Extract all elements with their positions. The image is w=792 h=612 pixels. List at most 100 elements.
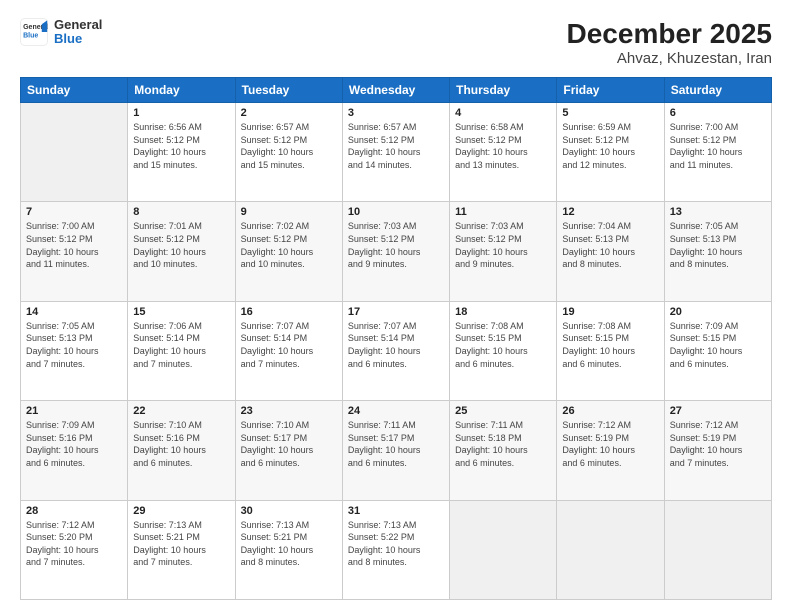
day-info: Sunrise: 7:09 AMSunset: 5:16 PMDaylight:… xyxy=(26,419,122,469)
calendar-cell xyxy=(21,103,128,202)
day-number: 14 xyxy=(26,306,122,318)
day-info: Sunrise: 6:56 AMSunset: 5:12 PMDaylight:… xyxy=(133,121,229,171)
day-info: Sunrise: 7:05 AMSunset: 5:13 PMDaylight:… xyxy=(670,220,766,270)
day-number: 21 xyxy=(26,405,122,417)
calendar-cell: 28 Sunrise: 7:12 AMSunset: 5:20 PMDayligh… xyxy=(21,500,128,599)
day-info: Sunrise: 7:11 AMSunset: 5:17 PMDaylight:… xyxy=(348,419,444,469)
day-number: 5 xyxy=(562,107,658,119)
day-info: Sunrise: 7:08 AMSunset: 5:15 PMDaylight:… xyxy=(562,320,658,370)
calendar-cell: 11 Sunrise: 7:03 AMSunset: 5:12 PMDayligh… xyxy=(450,202,557,301)
day-number: 31 xyxy=(348,505,444,517)
day-info: Sunrise: 6:59 AMSunset: 5:12 PMDaylight:… xyxy=(562,121,658,171)
calendar-cell: 6 Sunrise: 7:00 AMSunset: 5:12 PMDaylight… xyxy=(664,103,771,202)
calendar-week-row: 1 Sunrise: 6:56 AMSunset: 5:12 PMDaylight… xyxy=(21,103,772,202)
calendar-cell xyxy=(450,500,557,599)
day-info: Sunrise: 7:13 AMSunset: 5:21 PMDaylight:… xyxy=(133,519,229,569)
day-number: 1 xyxy=(133,107,229,119)
day-number: 20 xyxy=(670,306,766,318)
day-info: Sunrise: 7:09 AMSunset: 5:15 PMDaylight:… xyxy=(670,320,766,370)
day-number: 30 xyxy=(241,505,337,517)
day-number: 19 xyxy=(562,306,658,318)
day-number: 29 xyxy=(133,505,229,517)
calendar-cell: 29 Sunrise: 7:13 AMSunset: 5:21 PMDayligh… xyxy=(128,500,235,599)
day-number: 8 xyxy=(133,206,229,218)
day-number: 15 xyxy=(133,306,229,318)
logo-blue-text: Blue xyxy=(54,32,102,46)
day-info: Sunrise: 7:00 AMSunset: 5:12 PMDaylight:… xyxy=(26,220,122,270)
header: General Blue General Blue December 2025 … xyxy=(20,18,772,67)
day-info: Sunrise: 6:57 AMSunset: 5:12 PMDaylight:… xyxy=(241,121,337,171)
page-subtitle: Ahvaz, Khuzestan, Iran xyxy=(567,50,772,67)
calendar-cell: 17Sunrise: 7:07 AMSunset: 5:14 PMDayligh… xyxy=(342,301,449,400)
day-number: 23 xyxy=(241,405,337,417)
day-info: Sunrise: 6:58 AMSunset: 5:12 PMDaylight:… xyxy=(455,121,551,171)
weekday-header-row: SundayMondayTuesdayWednesdayThursdayFrid… xyxy=(21,78,772,103)
calendar-cell: 9 Sunrise: 7:02 AMSunset: 5:12 PMDaylight… xyxy=(235,202,342,301)
calendar-cell: 23Sunrise: 7:10 AMSunset: 5:17 PMDayligh… xyxy=(235,401,342,500)
calendar-week-row: 14 Sunrise: 7:05 AMSunset: 5:13 PMDayligh… xyxy=(21,301,772,400)
calendar-cell: 20 Sunrise: 7:09 AMSunset: 5:15 PMDayligh… xyxy=(664,301,771,400)
calendar-cell: 25Sunrise: 7:11 AMSunset: 5:18 PMDayligh… xyxy=(450,401,557,500)
day-number: 25 xyxy=(455,405,551,417)
day-number: 3 xyxy=(348,107,444,119)
calendar-cell: 21 Sunrise: 7:09 AMSunset: 5:16 PMDayligh… xyxy=(21,401,128,500)
calendar-cell: 13 Sunrise: 7:05 AMSunset: 5:13 PMDayligh… xyxy=(664,202,771,301)
day-number: 28 xyxy=(26,505,122,517)
calendar-cell: 1 Sunrise: 6:56 AMSunset: 5:12 PMDaylight… xyxy=(128,103,235,202)
weekday-thursday: Thursday xyxy=(450,78,557,103)
day-info: Sunrise: 7:00 AMSunset: 5:12 PMDaylight:… xyxy=(670,121,766,171)
day-info: Sunrise: 7:08 AMSunset: 5:15 PMDaylight:… xyxy=(455,320,551,370)
day-info: Sunrise: 7:12 AMSunset: 5:19 PMDaylight:… xyxy=(562,419,658,469)
svg-text:Blue: Blue xyxy=(23,33,38,40)
day-info: Sunrise: 7:07 AMSunset: 5:14 PMDaylight:… xyxy=(348,320,444,370)
day-info: Sunrise: 7:01 AMSunset: 5:12 PMDaylight:… xyxy=(133,220,229,270)
day-number: 13 xyxy=(670,206,766,218)
day-number: 4 xyxy=(455,107,551,119)
calendar-cell: 3 Sunrise: 6:57 AMSunset: 5:12 PMDaylight… xyxy=(342,103,449,202)
calendar-cell xyxy=(664,500,771,599)
calendar-cell: 26 Sunrise: 7:12 AMSunset: 5:19 PMDayligh… xyxy=(557,401,664,500)
calendar-cell: 24 Sunrise: 7:11 AMSunset: 5:17 PMDayligh… xyxy=(342,401,449,500)
calendar-cell: 2 Sunrise: 6:57 AMSunset: 5:12 PMDaylight… xyxy=(235,103,342,202)
day-info: Sunrise: 7:10 AMSunset: 5:16 PMDaylight:… xyxy=(133,419,229,469)
day-info: Sunrise: 7:02 AMSunset: 5:12 PMDaylight:… xyxy=(241,220,337,270)
day-info: Sunrise: 7:13 AMSunset: 5:21 PMDaylight:… xyxy=(241,519,337,569)
day-number: 18 xyxy=(455,306,551,318)
day-number: 26 xyxy=(562,405,658,417)
calendar-cell: 15Sunrise: 7:06 AMSunset: 5:14 PMDayligh… xyxy=(128,301,235,400)
weekday-sunday: Sunday xyxy=(21,78,128,103)
weekday-monday: Monday xyxy=(128,78,235,103)
title-block: December 2025 Ahvaz, Khuzestan, Iran xyxy=(567,18,772,67)
day-info: Sunrise: 7:05 AMSunset: 5:13 PMDaylight:… xyxy=(26,320,122,370)
day-number: 9 xyxy=(241,206,337,218)
day-number: 24 xyxy=(348,405,444,417)
calendar-cell: 7Sunrise: 7:00 AMSunset: 5:12 PMDaylight… xyxy=(21,202,128,301)
day-number: 6 xyxy=(670,107,766,119)
logo-text: General Blue xyxy=(54,18,102,47)
weekday-tuesday: Tuesday xyxy=(235,78,342,103)
calendar-cell: 30 Sunrise: 7:13 AMSunset: 5:21 PMDayligh… xyxy=(235,500,342,599)
day-info: Sunrise: 7:04 AMSunset: 5:13 PMDaylight:… xyxy=(562,220,658,270)
calendar-cell xyxy=(557,500,664,599)
day-number: 12 xyxy=(562,206,658,218)
day-info: Sunrise: 7:03 AMSunset: 5:12 PMDaylight:… xyxy=(348,220,444,270)
day-number: 16 xyxy=(241,306,337,318)
day-info: Sunrise: 7:03 AMSunset: 5:12 PMDaylight:… xyxy=(455,220,551,270)
day-info: Sunrise: 7:12 AMSunset: 5:20 PMDaylight:… xyxy=(26,519,122,569)
day-number: 11 xyxy=(455,206,551,218)
day-number: 22 xyxy=(133,405,229,417)
weekday-wednesday: Wednesday xyxy=(342,78,449,103)
day-number: 10 xyxy=(348,206,444,218)
day-number: 2 xyxy=(241,107,337,119)
calendar-cell: 31Sunrise: 7:13 AMSunset: 5:22 PMDayligh… xyxy=(342,500,449,599)
calendar-cell: 27Sunrise: 7:12 AMSunset: 5:19 PMDayligh… xyxy=(664,401,771,500)
calendar-cell: 14 Sunrise: 7:05 AMSunset: 5:13 PMDayligh… xyxy=(21,301,128,400)
logo-icon: General Blue xyxy=(20,18,48,46)
day-info: Sunrise: 6:57 AMSunset: 5:12 PMDaylight:… xyxy=(348,121,444,171)
page: General Blue General Blue December 2025 … xyxy=(0,0,792,612)
calendar-cell: 19 Sunrise: 7:08 AMSunset: 5:15 PMDayligh… xyxy=(557,301,664,400)
weekday-saturday: Saturday xyxy=(664,78,771,103)
calendar-cell: 4 Sunrise: 6:58 AMSunset: 5:12 PMDaylight… xyxy=(450,103,557,202)
calendar-cell: 12 Sunrise: 7:04 AMSunset: 5:13 PMDayligh… xyxy=(557,202,664,301)
day-number: 27 xyxy=(670,405,766,417)
